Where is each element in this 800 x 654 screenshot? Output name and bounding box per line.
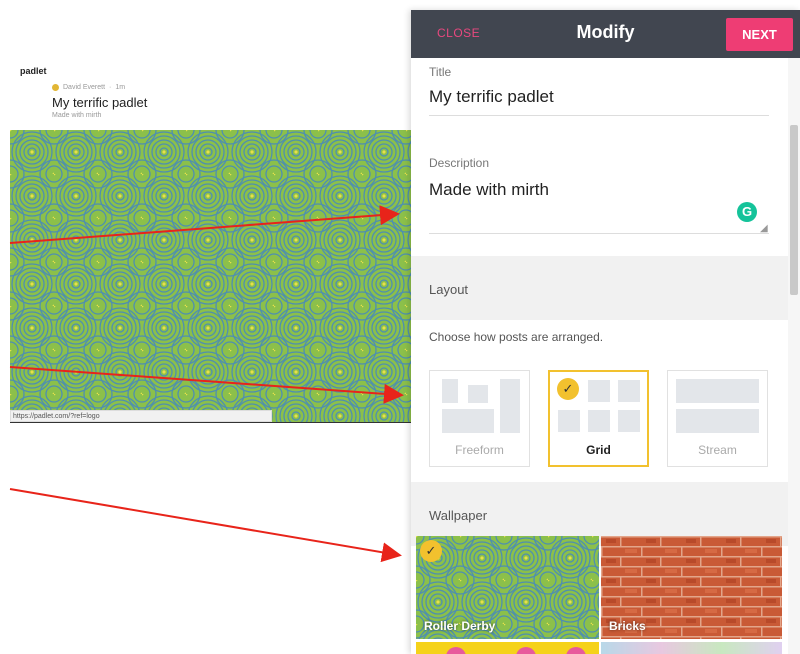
wallpaper-option-roller-derby[interactable]: Roller Derby ✓	[416, 536, 599, 639]
layout-label-freeform: Freeform	[455, 443, 504, 457]
meta-separator: ·	[109, 84, 112, 91]
layout-option-grid[interactable]: ✓ Grid	[548, 370, 649, 467]
status-bar-url: https://padlet.com/?ref=logo	[10, 410, 272, 422]
grid-block	[618, 380, 640, 402]
title-field-label: Title	[429, 65, 452, 79]
next-button[interactable]: NEXT	[726, 18, 793, 51]
wallpaper-option-pastel[interactable]	[601, 642, 782, 654]
description-field[interactable]: Made with mirth	[429, 180, 549, 200]
description-underline	[429, 233, 769, 234]
grammarly-icon[interactable]: G	[737, 202, 757, 222]
layout-section-header: Layout	[411, 256, 788, 320]
layout-option-freeform[interactable]: Freeform	[429, 370, 530, 467]
layout-label-stream: Stream	[698, 443, 737, 457]
padlet-brand[interactable]: padlet	[20, 66, 47, 76]
title-underline	[429, 115, 769, 116]
wallpaper-option-bricks[interactable]: Bricks	[601, 536, 782, 639]
grid-block	[588, 380, 610, 402]
panel-header: CLOSE Modify NEXT	[411, 10, 800, 58]
layout-option-stream[interactable]: Stream	[667, 370, 768, 467]
wallpaper-heading: Wallpaper	[429, 508, 488, 523]
scrollbar-thumb[interactable]	[790, 125, 798, 295]
title-field[interactable]: My terrific padlet	[429, 87, 554, 107]
freeform-block	[468, 385, 488, 403]
modify-panel: CLOSE Modify NEXT Title My terrific padl…	[411, 10, 800, 654]
wallpaper-label-bricks: Bricks	[609, 619, 646, 633]
preview-wallpaper	[10, 130, 413, 423]
preview-description: Made with mirth	[52, 112, 102, 119]
post-author: David Everett · 1m	[52, 84, 125, 91]
freeform-block	[442, 409, 494, 433]
avatar	[52, 84, 59, 91]
author-name: David Everett	[63, 84, 106, 91]
freeform-block	[500, 379, 520, 433]
arrow-annotation	[9, 488, 402, 563]
checkmark-icon: ✓	[557, 378, 579, 400]
grid-block	[558, 410, 580, 432]
freeform-block	[442, 379, 458, 403]
stream-block	[676, 409, 759, 433]
grid-block	[588, 410, 610, 432]
layout-help-text: Choose how posts are arranged.	[429, 330, 604, 344]
post-time: 1m	[115, 84, 126, 91]
checkmark-icon: ✓	[420, 540, 442, 562]
layout-label-grid: Grid	[586, 443, 611, 457]
preview-title: My terrific padlet	[52, 95, 148, 110]
grid-block	[618, 410, 640, 432]
description-field-label: Description	[429, 156, 490, 170]
stream-block	[676, 379, 759, 403]
layout-heading: Layout	[429, 282, 469, 297]
wallpaper-label-roller-derby: Roller Derby	[424, 619, 496, 633]
wallpaper-option-donuts[interactable]	[416, 642, 599, 654]
